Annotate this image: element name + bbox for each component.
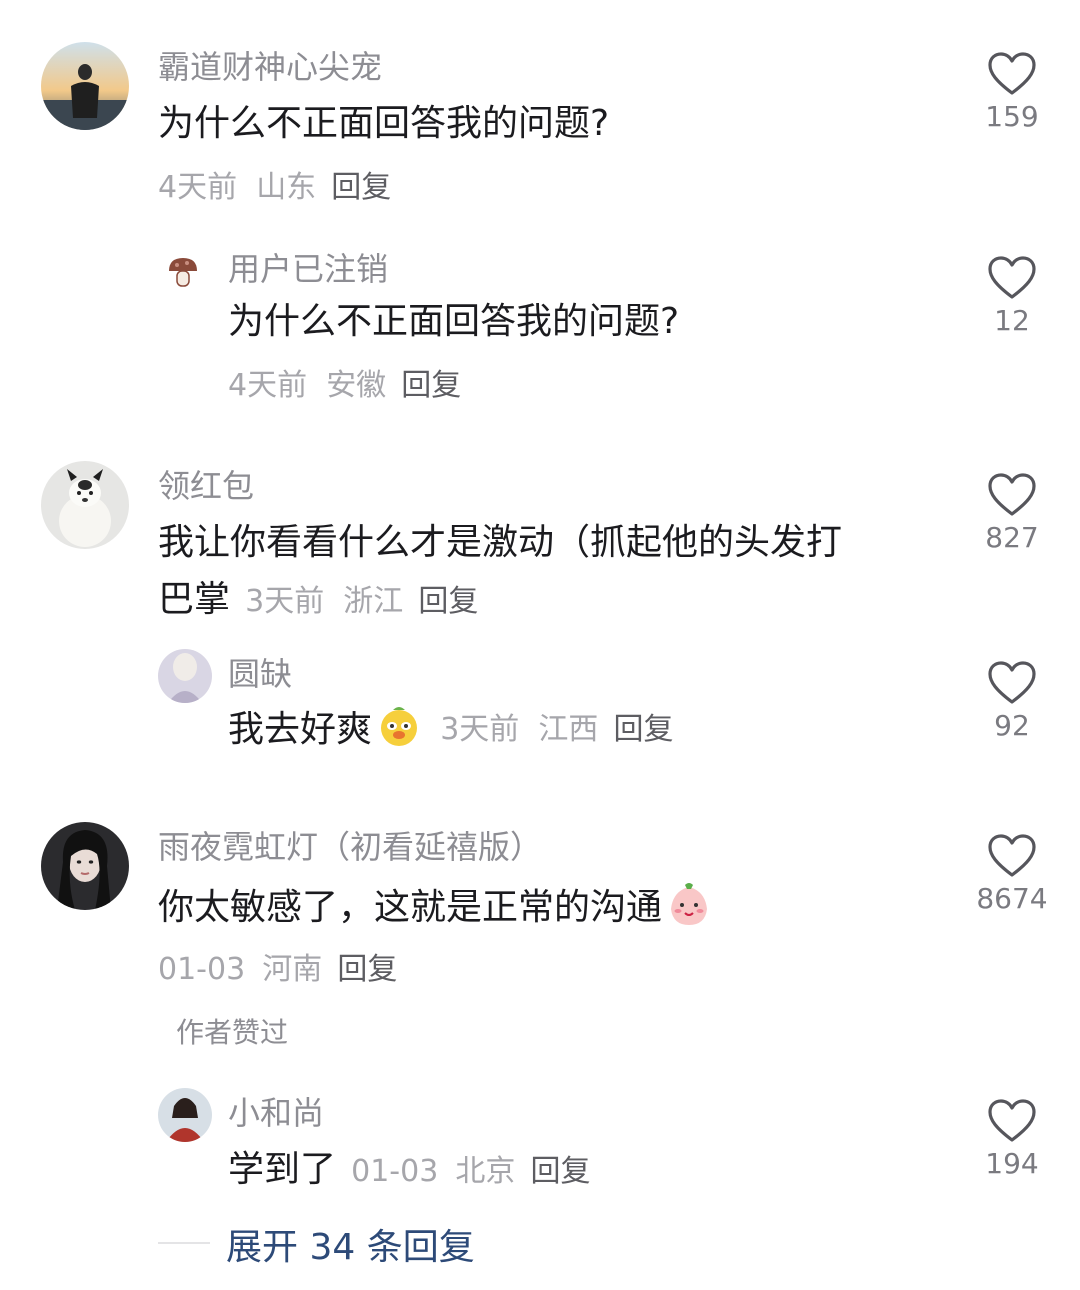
reply-button[interactable]: 回复 bbox=[331, 170, 391, 205]
comment-location: 北京 bbox=[455, 1154, 516, 1189]
username[interactable]: 用户已注销 bbox=[228, 244, 388, 290]
avatar[interactable] bbox=[41, 461, 129, 549]
reply-button[interactable]: 回复 bbox=[401, 368, 461, 403]
comment-text: 学到了 bbox=[228, 1149, 337, 1190]
comment-text-continuation: 巴掌 3天前 浙江 回复 bbox=[158, 570, 478, 622]
reply-button[interactable]: 回复 bbox=[530, 1154, 590, 1189]
like-count: 194 bbox=[985, 1147, 1039, 1180]
comment-text: 我去好爽 bbox=[228, 709, 373, 750]
comment-location: 浙江 bbox=[343, 584, 404, 619]
peach-emoji-icon bbox=[671, 883, 708, 925]
comment-text: 为什么不正面回答我的问题? bbox=[158, 103, 610, 144]
comment-text: 为什么不正面回答我的问题? bbox=[228, 301, 680, 342]
comment-text: 巴掌 bbox=[158, 579, 231, 620]
like-count: 827 bbox=[985, 521, 1039, 554]
like-button[interactable]: 827 bbox=[962, 473, 1062, 554]
username[interactable]: 雨夜霓虹灯（初看延禧版） bbox=[158, 822, 542, 868]
comment-time: 3天前 bbox=[245, 584, 325, 619]
divider bbox=[158, 1242, 210, 1244]
avatar[interactable] bbox=[158, 1088, 212, 1142]
avatar[interactable] bbox=[41, 822, 129, 910]
comment-time: 4天前 bbox=[158, 170, 238, 205]
heart-outline-icon bbox=[988, 661, 1036, 704]
username[interactable]: 领红包 bbox=[158, 461, 254, 507]
like-button[interactable]: 8674 bbox=[962, 834, 1062, 915]
comment-row: 学到了 01-03 北京 回复 bbox=[228, 1140, 590, 1192]
like-button[interactable]: 92 bbox=[962, 661, 1062, 742]
comment-text: 我让你看看什么才是激动（抓起他的头发打 bbox=[158, 522, 843, 563]
like-count: 8674 bbox=[976, 882, 1048, 915]
avatar[interactable] bbox=[158, 649, 212, 703]
like-button[interactable]: 159 bbox=[962, 52, 1062, 133]
heart-outline-icon bbox=[988, 1099, 1036, 1142]
heart-outline-icon bbox=[988, 256, 1036, 299]
reply-button[interactable]: 回复 bbox=[613, 712, 673, 747]
comment-time: 4天前 bbox=[228, 368, 308, 403]
comment-location: 江西 bbox=[538, 712, 599, 747]
comment-row: 你太敏感了，这就是正常的沟通 bbox=[158, 878, 711, 930]
expand-replies-button[interactable]: 展开 34 条回复 bbox=[226, 1218, 475, 1270]
username[interactable]: 霸道财神心尖宠 bbox=[158, 42, 382, 88]
comment-text: 你太敏感了，这就是正常的沟通 bbox=[158, 887, 663, 928]
like-count: 92 bbox=[994, 709, 1030, 742]
comment-meta: 01-03 河南 回复 bbox=[158, 944, 397, 988]
username[interactable]: 圆缺 bbox=[228, 649, 292, 695]
dog-emoji-icon bbox=[381, 707, 418, 746]
reply-button[interactable]: 回复 bbox=[337, 952, 397, 987]
comment-location: 河南 bbox=[262, 952, 323, 987]
heart-outline-icon bbox=[988, 473, 1036, 516]
comment-location: 安徽 bbox=[326, 368, 387, 403]
comment-time: 3天前 bbox=[440, 712, 520, 747]
author-liked-badge: 作者赞过 bbox=[176, 1016, 289, 1049]
avatar[interactable] bbox=[166, 255, 200, 289]
comment-time: 01-03 bbox=[158, 952, 246, 987]
username[interactable]: 小和尚 bbox=[228, 1088, 324, 1134]
comment-row: 我去好爽 3天前 江西 回复 bbox=[228, 700, 673, 752]
heart-outline-icon bbox=[988, 52, 1036, 95]
comment-location: 山东 bbox=[256, 170, 317, 205]
comment-time: 01-03 bbox=[351, 1154, 439, 1189]
comment-meta: 4天前 山东 回复 bbox=[158, 162, 391, 206]
like-count: 159 bbox=[985, 100, 1039, 133]
avatar[interactable] bbox=[41, 42, 129, 130]
mushroom-icon bbox=[169, 258, 197, 287]
like-button[interactable]: 12 bbox=[962, 256, 1062, 337]
heart-outline-icon bbox=[988, 834, 1036, 877]
like-button[interactable]: 194 bbox=[962, 1099, 1062, 1180]
reply-button[interactable]: 回复 bbox=[418, 584, 478, 619]
like-count: 12 bbox=[994, 304, 1030, 337]
comment-meta: 4天前 安徽 回复 bbox=[228, 360, 461, 404]
